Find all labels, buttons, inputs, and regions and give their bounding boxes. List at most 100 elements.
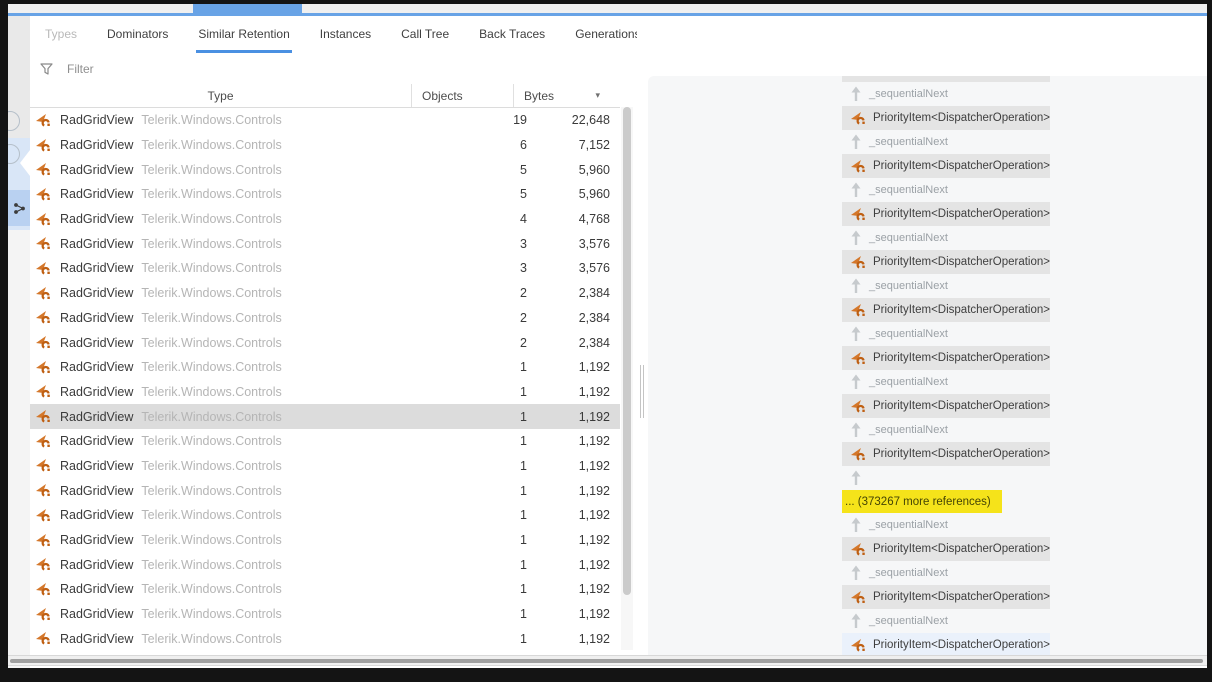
rail-item-selected[interactable] xyxy=(8,190,30,226)
chain-edge-label: _sequentialNext xyxy=(869,88,948,100)
tab-types[interactable]: Types xyxy=(43,17,79,53)
table-vertical-scrollbar[interactable] xyxy=(621,107,633,650)
chain-edge: _sequentialNext xyxy=(842,130,1050,154)
table-vertical-scrollbar-thumb[interactable] xyxy=(623,107,631,595)
chain-node[interactable]: PriorityItem<DispatcherOperation> xyxy=(842,394,1050,418)
chain-node[interactable]: PriorityItem<DispatcherOperation> xyxy=(842,202,1050,226)
class-icon xyxy=(36,187,50,201)
rail-selection-notch xyxy=(20,150,30,176)
column-header-type[interactable]: Type xyxy=(30,89,411,103)
objects-count: 3 xyxy=(520,261,527,276)
chain-node[interactable]: PriorityItem<DispatcherOperation> xyxy=(842,106,1050,130)
type-name: RadGridView xyxy=(60,409,134,424)
chain-node[interactable]: PriorityItem<DispatcherOperation> xyxy=(842,298,1050,322)
class-icon xyxy=(851,542,865,556)
chain-node-label: PriorityItem<DispatcherOperation> xyxy=(872,256,1050,268)
horizontal-scrollbar-thumb[interactable] xyxy=(10,659,1203,663)
table-row[interactable]: RadGridView Telerik.Windows.Controls 2 2… xyxy=(30,330,620,355)
table-row[interactable]: RadGridView Telerik.Windows.Controls 1 1… xyxy=(30,454,620,479)
tab-back-traces[interactable]: Back Traces xyxy=(477,17,547,53)
bytes-count: 1,192 xyxy=(578,409,610,424)
chain-node-selected[interactable]: PriorityItem<DispatcherOperation> xyxy=(842,633,1050,655)
chain-node[interactable]: PriorityItem<DispatcherOperation> xyxy=(842,250,1050,274)
objects-count: 1 xyxy=(520,607,527,622)
table-row[interactable]: RadGridView Telerik.Windows.Controls 4 4… xyxy=(30,207,620,232)
chain-edge-label: _sequentialNext xyxy=(869,280,948,292)
more-references-link[interactable]: ... (373267 more references) xyxy=(842,490,1002,513)
tab-instances[interactable]: Instances xyxy=(318,17,373,53)
class-icon xyxy=(36,286,50,300)
table-row[interactable]: RadGridView Telerik.Windows.Controls 19 … xyxy=(30,108,620,133)
bytes-count: 1,192 xyxy=(578,631,610,646)
objects-count: 19 xyxy=(513,113,527,128)
objects-count: 2 xyxy=(520,335,527,350)
class-icon xyxy=(36,138,50,152)
type-namespace: Telerik.Windows.Controls xyxy=(141,533,282,548)
profiler-window: Types Dominators Similar Retention Instance… xyxy=(8,4,1207,668)
chain-edge-label: _sequentialNext xyxy=(869,136,948,148)
type-namespace: Telerik.Windows.Controls xyxy=(141,286,282,301)
bytes-count: 1,192 xyxy=(578,557,610,572)
tab-similar-retention[interactable]: Similar Retention xyxy=(196,17,292,53)
table-row[interactable]: RadGridView Telerik.Windows.Controls 2 2… xyxy=(30,281,620,306)
table-row[interactable]: RadGridView Telerik.Windows.Controls 3 3… xyxy=(30,256,620,281)
chain-node[interactable]: PriorityItem<DispatcherOperation> xyxy=(842,537,1050,561)
chain-node[interactable]: PriorityItem<DispatcherOperation> xyxy=(842,346,1050,370)
table-row[interactable]: RadGridView Telerik.Windows.Controls 1 1… xyxy=(30,503,620,528)
bytes-count: 7,152 xyxy=(578,138,610,153)
class-icon xyxy=(36,434,50,448)
type-name: RadGridView xyxy=(60,631,134,646)
bytes-count: 2,384 xyxy=(578,335,610,350)
table-row[interactable]: RadGridView Telerik.Windows.Controls 6 7… xyxy=(30,133,620,158)
horizontal-scrollbar[interactable] xyxy=(8,655,1207,666)
chain-node-label: PriorityItem<DispatcherOperation> xyxy=(872,160,1050,172)
table-row[interactable]: RadGridView Telerik.Windows.Controls 5 5… xyxy=(30,157,620,182)
column-header-bytes[interactable]: Bytes ▾ xyxy=(513,84,606,107)
class-icon xyxy=(36,336,50,349)
type-name: RadGridView xyxy=(60,113,134,128)
table-row[interactable]: RadGridView Telerik.Windows.Controls 1 1… xyxy=(30,602,620,627)
chain-node-label: PriorityItem<DispatcherOperation> xyxy=(872,208,1050,220)
chain-edge: _sequentialNext xyxy=(842,561,1050,585)
chain-node[interactable]: PriorityItem<DispatcherOperation> xyxy=(842,154,1050,178)
tab-dominators[interactable]: Dominators xyxy=(105,17,170,53)
table-row[interactable]: RadGridView Telerik.Windows.Controls 1 1… xyxy=(30,380,620,405)
column-header-objects[interactable]: Objects xyxy=(411,84,513,107)
arrow-up-icon xyxy=(851,86,861,101)
top-strip xyxy=(8,4,1207,13)
objects-count: 1 xyxy=(520,533,527,548)
chain-node[interactable]: PriorityItem<DispatcherOperation> xyxy=(842,585,1050,609)
filter-row[interactable]: Filter xyxy=(30,56,94,82)
objects-count: 5 xyxy=(520,187,527,202)
arrow-up-icon xyxy=(851,326,861,341)
table-row[interactable]: RadGridView Telerik.Windows.Controls 3 3… xyxy=(30,231,620,256)
class-icon xyxy=(36,533,50,547)
table-row[interactable]: RadGridView Telerik.Windows.Controls 1 1… xyxy=(30,577,620,602)
bytes-count: 3,576 xyxy=(578,261,610,276)
table-row[interactable]: RadGridView Telerik.Windows.Controls 2 2… xyxy=(30,306,620,331)
table-row[interactable]: RadGridView Telerik.Windows.Controls 1 1… xyxy=(30,626,620,651)
panel-splitter[interactable] xyxy=(637,16,648,656)
chain-node[interactable]: PriorityItem<DispatcherOperation> xyxy=(842,442,1050,466)
table-row[interactable]: RadGridView Telerik.Windows.Controls 1 1… xyxy=(30,404,620,429)
tab-generations[interactable]: Generations xyxy=(573,17,642,53)
objects-count: 1 xyxy=(520,631,527,646)
type-namespace: Telerik.Windows.Controls xyxy=(141,557,282,572)
class-icon xyxy=(851,351,865,365)
chain-edge-label: _sequentialNext xyxy=(869,328,948,340)
graph-icon xyxy=(13,202,25,214)
caret-down-icon: ▾ xyxy=(595,90,600,100)
type-namespace: Telerik.Windows.Controls xyxy=(141,384,282,399)
table-row[interactable]: RadGridView Telerik.Windows.Controls 1 1… xyxy=(30,478,620,503)
table-row[interactable]: RadGridView Telerik.Windows.Controls 5 5… xyxy=(30,182,620,207)
table-header: Type Objects Bytes ▾ xyxy=(30,84,620,108)
table-row[interactable]: RadGridView Telerik.Windows.Controls 1 1… xyxy=(30,528,620,553)
table-row[interactable]: RadGridView Telerik.Windows.Controls 1 1… xyxy=(30,355,620,380)
table-row[interactable]: RadGridView Telerik.Windows.Controls 1 1… xyxy=(30,552,620,577)
class-icon xyxy=(36,410,50,423)
class-icon xyxy=(851,638,865,652)
chain-node-label: PriorityItem<DispatcherOperation> xyxy=(872,400,1050,412)
table-row[interactable]: RadGridView Telerik.Windows.Controls 1 1… xyxy=(30,429,620,454)
bytes-count: 1,192 xyxy=(578,483,610,498)
tab-call-tree[interactable]: Call Tree xyxy=(399,17,451,53)
